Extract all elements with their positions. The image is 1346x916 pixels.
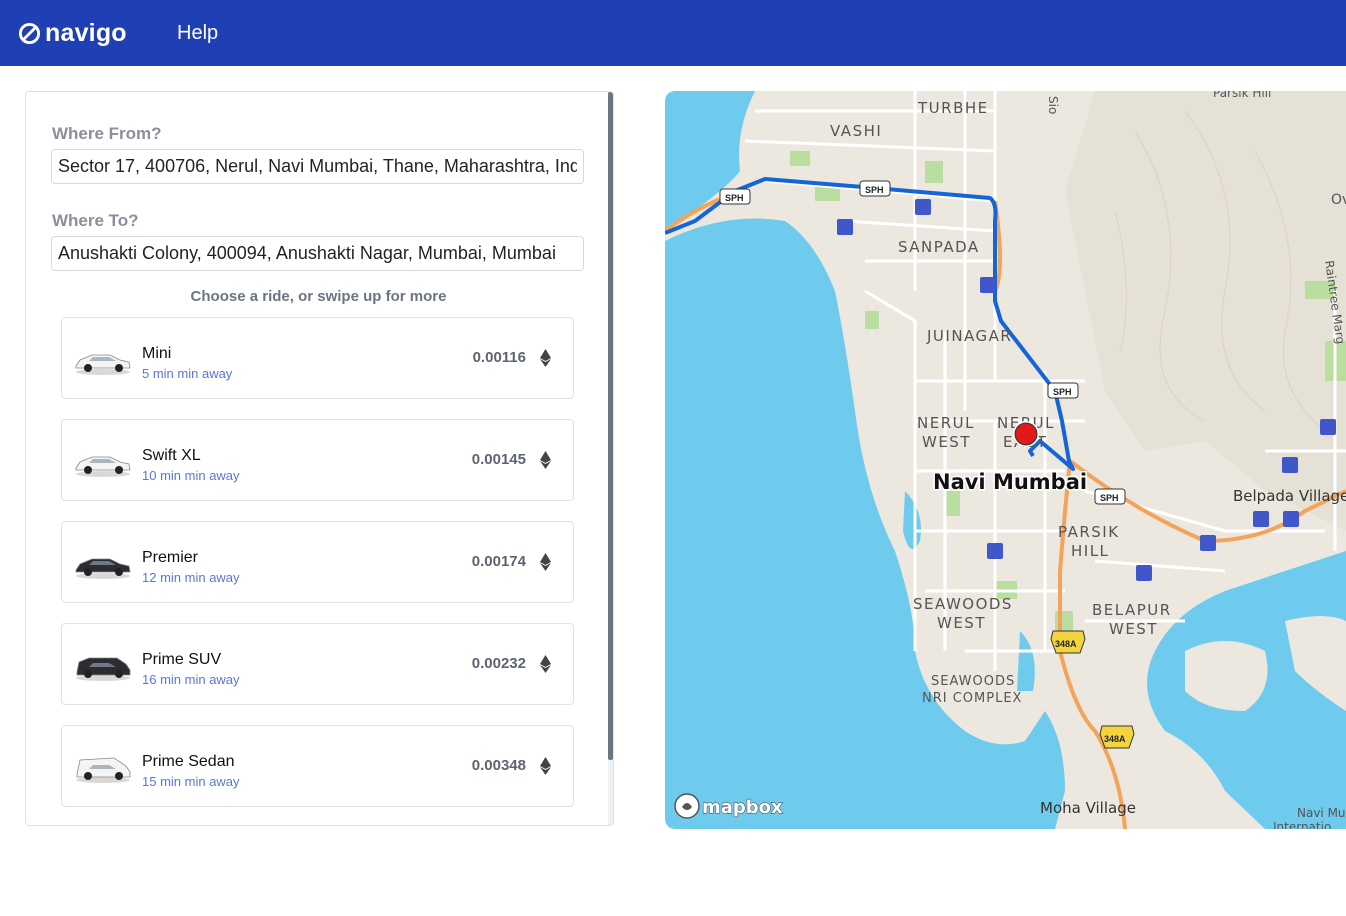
ride-price: 0.00348 xyxy=(471,757,526,774)
ride-price: 0.00145 xyxy=(471,451,526,468)
ethereum-icon xyxy=(540,655,551,673)
ride-eta: 10 min min away xyxy=(142,468,240,483)
ride-option[interactable]: Mini 5 min min away 0.00116 xyxy=(61,317,574,399)
sph-label-1: SPH xyxy=(725,193,744,203)
map-label-internatio: Internatio xyxy=(1273,820,1331,829)
ethereum-icon xyxy=(540,349,551,367)
where-from-input[interactable] xyxy=(51,149,584,184)
navigo-logo-icon xyxy=(18,22,41,45)
map-label-sanpada: SANPADA xyxy=(898,238,980,256)
map-label-parsik-top: Parsik Hill xyxy=(1213,91,1271,100)
mapbox-wordmark: mapbox xyxy=(702,797,783,818)
ride-option[interactable]: Prime Sedan 15 min min away 0.00348 xyxy=(61,725,574,807)
ride-option[interactable]: Swift XL 10 min min away 0.00145 xyxy=(61,419,574,501)
ride-option[interactable]: Prime SUV 16 min min away 0.00232 xyxy=(61,623,574,705)
ethereum-icon xyxy=(540,757,551,775)
hw-label-2: 348A xyxy=(1104,734,1126,744)
map-label-juinagar: JUINAGAR xyxy=(926,327,1012,345)
map-label-vashi: VASHI xyxy=(830,122,882,140)
ride-name: Premier xyxy=(142,549,199,566)
car-icon xyxy=(76,757,131,783)
route-map[interactable]: SPH SPH SPH SPH 348A 348A TURBHE VASHI S… xyxy=(665,91,1346,829)
ride-eta: 16 min min away xyxy=(142,672,240,687)
map-canvas[interactable]: SPH SPH SPH SPH 348A 348A TURBHE VASHI S… xyxy=(665,91,1346,829)
map-label-ov: Ov xyxy=(1331,192,1346,208)
map-label-nerul-west-2: WEST xyxy=(922,433,971,451)
where-to-label: Where To? xyxy=(52,211,139,230)
ride-price: 0.00232 xyxy=(471,655,526,672)
brand-logo[interactable]: navigo xyxy=(18,19,127,48)
where-from-label: Where From? xyxy=(52,124,162,143)
brand-name: navigo xyxy=(45,19,127,47)
ride-name: Mini xyxy=(142,345,172,362)
where-to-input[interactable] xyxy=(51,236,584,271)
ride-eta: 12 min min away xyxy=(142,570,240,585)
mapbox-logo[interactable] xyxy=(674,793,700,819)
ride-option[interactable]: Premier 12 min min away 0.00174 xyxy=(61,521,574,603)
help-link[interactable]: Help xyxy=(177,22,218,45)
map-label-belapur-1: BELAPUR xyxy=(1092,601,1172,619)
ride-name: Swift XL xyxy=(142,447,201,464)
map-label-sion: Sio xyxy=(1046,96,1060,114)
map-label-navimu: Navi Mu xyxy=(1297,806,1346,820)
top-navbar: navigo Help xyxy=(0,0,1346,66)
map-label-seawoods-2: WEST xyxy=(937,614,986,632)
map-label-moha: Moha Village xyxy=(1040,799,1136,817)
car-icon xyxy=(76,657,131,681)
map-label-seawoods-1: SEAWOODS xyxy=(913,595,1013,613)
hw-label-1: 348A xyxy=(1055,639,1077,649)
map-label-nerul-west-1: NERUL xyxy=(917,414,975,432)
car-icon xyxy=(75,354,131,375)
ride-eta: 5 min min away xyxy=(142,366,233,381)
map-label-seawoods-nri-2: NRI COMPLEX xyxy=(922,691,1022,706)
car-icon xyxy=(75,558,131,579)
map-location-marker[interactable] xyxy=(1013,421,1039,447)
sph-label-4: SPH xyxy=(1100,493,1119,503)
ride-hint: Choose a ride, or swipe up for more xyxy=(190,288,447,305)
ride-price: 0.00174 xyxy=(471,553,526,570)
sph-label-2: SPH xyxy=(865,185,884,195)
map-label-city: Navi Mumbai xyxy=(933,470,1087,494)
map-label-parsik-2: HILL xyxy=(1071,542,1109,560)
map-label-belapur-2: WEST xyxy=(1109,620,1158,638)
ride-price: 0.00116 xyxy=(472,349,526,366)
sph-label-3: SPH xyxy=(1053,387,1072,397)
car-icon xyxy=(75,456,131,477)
map-label-seawoods-nri-1: SEAWOODS xyxy=(931,674,1015,689)
map-label-turbhe: TURBHE xyxy=(917,99,989,117)
ethereum-icon xyxy=(540,451,551,469)
map-label-parsik-1: PARSIK xyxy=(1058,523,1120,541)
ride-booking-panel: Where From? Where To? Choose a ride, or … xyxy=(25,91,614,826)
ride-eta: 15 min min away xyxy=(142,774,240,789)
ethereum-icon xyxy=(540,553,551,571)
panel-scrollbar[interactable] xyxy=(608,92,613,825)
map-label-belpada: Belpada Village xyxy=(1233,487,1346,505)
panel-scrollbar-thumb[interactable] xyxy=(608,92,613,760)
ride-name: Prime SUV xyxy=(142,651,222,668)
ride-name: Prime Sedan xyxy=(142,753,235,770)
